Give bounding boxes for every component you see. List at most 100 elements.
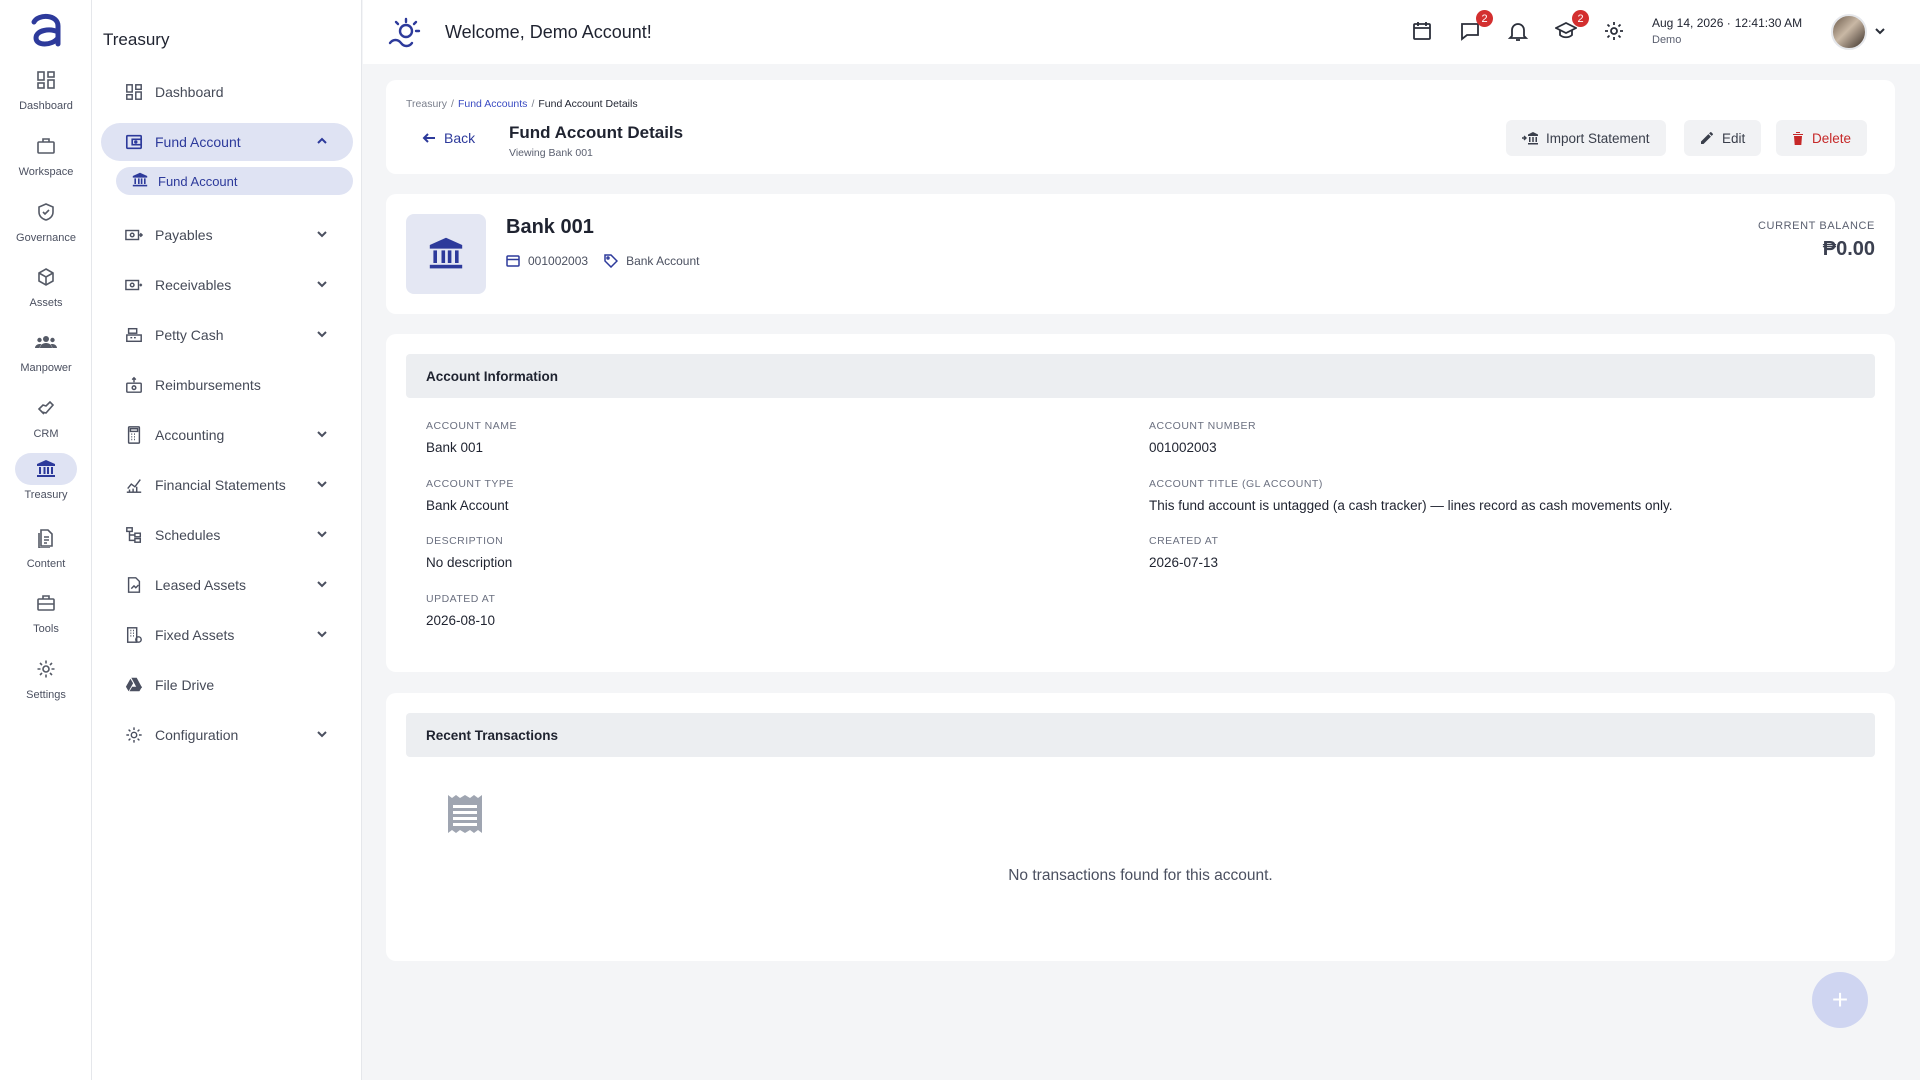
date-text: Aug 14, 2026 · [1652, 16, 1731, 30]
field-account-number: ACCOUNT NUMBER 001002003 [1149, 420, 1256, 455]
rail-label: Tools [33, 623, 59, 635]
gear-icon [123, 724, 145, 746]
avatar[interactable] [1831, 14, 1867, 50]
field-account-type: ACCOUNT TYPE Bank Account [426, 478, 514, 513]
sidebar-item-configuration[interactable]: Configuration [101, 716, 353, 754]
datetime: Aug 14, 2026 · 12:41:30 AM [1652, 16, 1802, 30]
chevron-down-icon [315, 227, 329, 241]
sidebar-item-petty-cash[interactable]: Petty Cash [101, 316, 353, 354]
settings-gear-icon[interactable] [1603, 20, 1627, 44]
people-icon [15, 326, 77, 358]
sidebar-item-fixed-assets[interactable]: Fixed Assets [101, 616, 353, 654]
chevron-up-icon [315, 134, 329, 148]
field-label: ACCOUNT TYPE [426, 478, 514, 490]
rail-item-assets[interactable]: Assets [0, 261, 92, 321]
section-title: Recent Transactions [406, 713, 1875, 757]
sidebar-item-label: Fixed Assets [155, 627, 235, 643]
rail-item-content[interactable]: Content [0, 522, 92, 582]
field-value: 001002003 [1149, 440, 1217, 455]
field-value: 2026-08-10 [426, 613, 496, 628]
sidebar-item-dashboard[interactable]: Dashboard [101, 73, 353, 111]
calculator-icon [123, 424, 145, 446]
account-type-text: Bank Account [626, 254, 700, 268]
bell-icon[interactable] [1507, 20, 1531, 44]
page-subtitle: Viewing Bank 001 [509, 147, 593, 159]
recent-transactions-card: Recent Transactions No transactions foun… [386, 693, 1895, 961]
field-value: Bank Account [426, 498, 509, 513]
rail-item-settings[interactable]: Settings [0, 653, 92, 713]
field-value: No description [426, 555, 513, 570]
contract-icon [123, 574, 145, 596]
rail-item-treasury[interactable]: Treasury [0, 453, 92, 513]
account-number-text: 001002003 [528, 254, 589, 268]
chevron-down-icon [315, 527, 329, 541]
sidebar-item-file-drive[interactable]: File Drive [101, 666, 353, 704]
rail-item-dashboard[interactable]: Dashboard [0, 64, 92, 124]
rail-label: Workspace [18, 166, 74, 178]
sidebar-item-label: Schedules [155, 527, 221, 543]
rail-item-governance[interactable]: Governance [0, 196, 92, 256]
back-button[interactable]: Back [422, 130, 475, 146]
chevron-down-icon [315, 277, 329, 291]
import-bank-icon [1522, 132, 1538, 145]
shield-check-icon [15, 196, 77, 228]
sidebar-item-financial-statements[interactable]: Financial Statements [101, 466, 353, 504]
module-sidebar: Treasury Dashboard Fund Account Fund Acc… [92, 0, 362, 1080]
sidebar-subitem-fund-account[interactable]: Fund Account [116, 167, 353, 195]
empty-state-text: No transactions found for this account. [1008, 867, 1273, 884]
drive-icon [123, 674, 145, 696]
bank-icon [406, 214, 486, 294]
field-created-at: CREATED AT 2026-07-13 [1149, 535, 1218, 570]
sidebar-item-reimbursements[interactable]: Reimbursements [101, 366, 353, 404]
icon-rail: Dashboard Workspace Governance Assets Ma… [0, 0, 92, 1080]
field-account-name: ACCOUNT NAME Bank 001 [426, 420, 517, 455]
messages-button[interactable]: 2 [1459, 10, 1493, 44]
add-fab-button[interactable]: + [1812, 972, 1868, 1028]
learning-badge: 2 [1572, 10, 1589, 27]
page-header-card: Treasury / Fund Accounts / Fund Account Deta… [386, 80, 1895, 174]
breadcrumb-treasury[interactable]: Treasury [406, 98, 447, 110]
calendar-icon[interactable] [1411, 20, 1435, 44]
bank-icon [132, 172, 150, 190]
rail-item-crm[interactable]: CRM [0, 392, 92, 452]
field-label: ACCOUNT TITLE (GL ACCOUNT) [1149, 478, 1323, 490]
account-information-card: Account Information ACCOUNT NAME Bank 00… [386, 334, 1895, 672]
rail-item-workspace[interactable]: Workspace [0, 130, 92, 190]
account-name: Bank 001 [506, 216, 594, 238]
trash-icon [1793, 132, 1803, 145]
receipt-icon [446, 793, 484, 835]
chevron-down-icon [315, 577, 329, 591]
app-logo-icon[interactable] [28, 10, 64, 50]
field-updated-at: UPDATED AT 2026-08-10 [426, 593, 495, 628]
back-label: Back [444, 130, 476, 146]
rail-label: Settings [26, 689, 66, 701]
welcome-text: Welcome, Demo Account! [445, 22, 652, 42]
sidebar-item-accounting[interactable]: Accounting [101, 416, 353, 454]
sidebar-item-label: Payables [155, 227, 213, 243]
sidebar-item-schedules[interactable]: Schedules [101, 516, 353, 554]
rail-label: Dashboard [19, 100, 73, 112]
dashboard-icon [15, 64, 77, 96]
sidebar-item-label: Dashboard [155, 84, 224, 100]
plus-icon: + [1831, 984, 1849, 1015]
sidebar-item-label: Financial Statements [155, 477, 286, 493]
sidebar-item-leased-assets[interactable]: Leased Assets [101, 566, 353, 604]
rail-item-manpower[interactable]: Manpower [0, 326, 92, 386]
delete-button[interactable]: Delete [1776, 120, 1868, 156]
toolbox-icon [15, 587, 77, 619]
chevron-down-icon [315, 627, 329, 641]
rail-item-tools[interactable]: Tools [0, 587, 92, 647]
sidebar-item-payables[interactable]: Payables [101, 216, 353, 254]
learning-button[interactable]: 2 [1555, 10, 1589, 44]
import-statement-button[interactable]: Import Statement [1506, 120, 1666, 156]
chevron-down-icon[interactable] [1873, 24, 1887, 38]
edit-button[interactable]: Edit [1684, 120, 1762, 156]
breadcrumb: Treasury / Fund Accounts / Fund Account Deta… [406, 98, 638, 110]
breadcrumb-fund-accounts[interactable]: Fund Accounts [458, 98, 527, 110]
field-value: Bank 001 [426, 440, 484, 455]
sidebar-item-fund-account[interactable]: Fund Account [101, 123, 353, 161]
sidebar-item-receivables[interactable]: Receivables [101, 266, 353, 304]
tag-icon [604, 254, 619, 268]
field-label: ACCOUNT NUMBER [1149, 420, 1257, 432]
account-summary-card: Bank 001 001002003 Bank Account CURRENT … [386, 194, 1895, 314]
